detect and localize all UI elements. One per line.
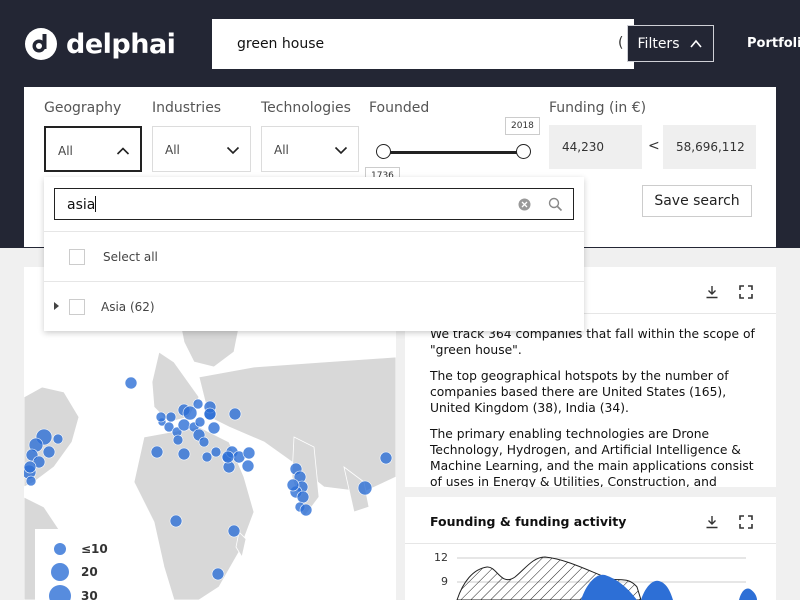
founded-min-handle[interactable]	[376, 144, 391, 159]
chevron-down-icon	[226, 146, 240, 155]
expand-arrow-icon[interactable]	[54, 302, 59, 310]
founded-label: Founded	[369, 100, 430, 116]
technologies-select[interactable]: All	[261, 126, 359, 172]
funding-min-input[interactable]: 44,230	[549, 125, 642, 169]
legend-row: 20	[35, 562, 98, 582]
technologies-value: All	[274, 143, 289, 157]
funding-separator: <	[648, 138, 660, 154]
legend-label: ≤10	[81, 542, 108, 556]
funding-min-value: 44,230	[562, 140, 604, 154]
asia-option-label[interactable]: Asia (62)	[101, 300, 155, 314]
search-trailing-char: (	[618, 35, 624, 51]
legend-marker-medium	[51, 563, 69, 581]
funding-label: Funding (in €)	[549, 100, 647, 116]
fullscreen-icon[interactable]	[738, 284, 754, 300]
summary-text: We track 364 companies that fall within …	[430, 326, 760, 487]
filters-label: Filters	[637, 35, 680, 52]
founded-slider-track[interactable]	[384, 151, 524, 154]
legend-row: 30	[35, 584, 98, 600]
industries-select[interactable]: All	[152, 126, 251, 172]
save-search-button[interactable]: Save search	[642, 185, 752, 217]
legend-marker-large	[49, 585, 71, 600]
founding-chart[interactable]	[405, 497, 776, 600]
geography-value: All	[58, 144, 73, 158]
divider	[44, 281, 584, 282]
asia-checkbox[interactable]	[69, 299, 85, 315]
legend-row: ≤10	[35, 542, 108, 556]
legend-label: 20	[81, 565, 98, 579]
founded-max-tooltip: 2018	[505, 117, 540, 135]
geography-select[interactable]: All	[44, 126, 142, 172]
legend-marker-small	[54, 543, 66, 555]
download-icon[interactable]	[704, 284, 720, 300]
industries-label: Industries	[152, 100, 222, 116]
chevron-up-icon	[116, 147, 130, 155]
geography-search-value: asia	[67, 196, 97, 213]
geography-dropdown: asia Select all Asia (62)	[44, 177, 584, 331]
logo-text: delphai	[66, 28, 176, 60]
divider	[44, 231, 584, 232]
map-legend: ≤10 20 30	[35, 529, 115, 600]
geography-search-input[interactable]: asia	[54, 188, 574, 220]
technologies-label: Technologies	[261, 100, 351, 116]
industries-value: All	[165, 143, 180, 157]
chevron-down-icon	[334, 146, 348, 155]
summary-paragraph: The top geographical hotspots by the num…	[430, 369, 729, 415]
delphai-logo-icon	[25, 28, 57, 60]
select-all-checkbox[interactable]	[69, 249, 85, 265]
search-value: green house	[237, 36, 325, 52]
nav-portfolio[interactable]: Portfolio	[747, 36, 800, 51]
geography-label: Geography	[44, 100, 122, 116]
funding-max-value: 58,696,112	[676, 140, 745, 154]
founding-area	[739, 588, 757, 600]
chevron-up-icon	[690, 39, 703, 48]
founding-area	[641, 580, 673, 600]
legend-label: 30	[81, 589, 98, 600]
logo[interactable]: delphai	[24, 27, 176, 61]
panel-actions	[704, 284, 754, 300]
clear-icon[interactable]	[518, 198, 531, 211]
funding-max-input[interactable]: 58,696,112	[663, 125, 756, 169]
founding-funding-panel: Founding & funding activity 12 9	[405, 497, 776, 600]
search-icon[interactable]	[548, 197, 563, 212]
select-all-label[interactable]: Select all	[103, 250, 158, 264]
founded-max-handle[interactable]	[516, 144, 531, 159]
summary-paragraph: The primary enabling technologies are Dr…	[430, 427, 754, 487]
search-input[interactable]: green house (	[212, 19, 634, 69]
filters-button[interactable]: Filters	[627, 25, 714, 62]
